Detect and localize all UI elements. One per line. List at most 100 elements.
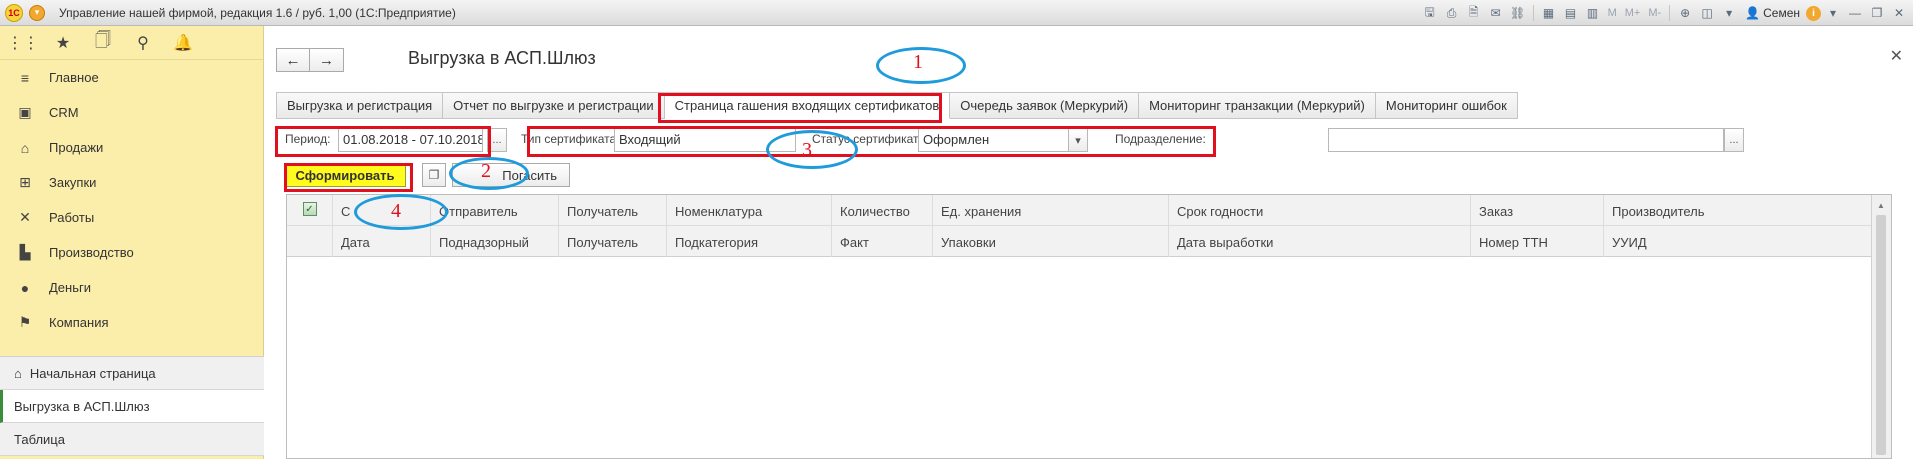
flag-icon: ⚑ [18,314,32,330]
calendar-icon[interactable]: ▤ [1561,3,1581,23]
division-field[interactable] [1328,128,1724,152]
page-title: Выгрузка в АСП.Шлюз [408,48,596,68]
column-header[interactable]: Номенклатура [666,195,831,226]
memory-minus-button[interactable]: M- [1645,3,1664,23]
column-header[interactable]: Дата [332,226,430,257]
annotation-number-3: 3 [802,139,812,161]
annotation-ellipse-4 [354,194,448,230]
tab-transaction-monitoring[interactable]: Мониторинг транзакции (Меркурий) [1139,92,1376,119]
sidebar: ⋮⋮ ★ 🗍 ⚲ 🔔 ≡ Главное ▣ CRM ⌂ Продажи ⊞ З… [0,26,264,459]
sidebar-item-main[interactable]: ≡ Главное [0,60,263,95]
open-window-label: Таблица [14,431,65,447]
column-header[interactable]: Количество [831,195,932,226]
sidebar-item-sales[interactable]: ⌂ Продажи [0,130,263,165]
copy-icon[interactable]: ❐ [422,163,446,187]
user-icon: 👤 [1745,6,1761,20]
basket-icon: ⌂ [20,139,30,156]
contact-card-icon: ▣ [18,104,32,120]
user-menu[interactable]: 👤 Семен [1741,6,1804,20]
back-arrow-icon[interactable]: ← [276,48,310,72]
column-header[interactable]: Номер ТТН [1470,226,1603,257]
user-name: Семен [1763,6,1800,20]
column-header[interactable]: Дата выработки [1168,226,1470,257]
favorites-star-icon[interactable]: ★ [52,32,74,54]
annotation-box-tab [658,93,942,123]
scrollbar-thumb[interactable] [1876,215,1886,455]
scroll-up-icon[interactable]: ▲ [1877,201,1885,210]
tab-request-queue[interactable]: Очередь заявок (Меркурий) [950,92,1140,119]
column-header[interactable]: Производитель [1603,195,1872,226]
notes-icon[interactable]: ▥ [1583,3,1603,23]
sidebar-item-label: Производство [49,245,134,260]
annotation-number-2: 2 [481,160,491,182]
sidebar-item-label: Деньги [49,280,91,295]
calculator-icon[interactable]: ▦ [1539,3,1559,23]
zoom-icon[interactable]: ⊕ [1675,3,1695,23]
certificates-table: ✓ С Отправитель Получатель Номенклатура … [286,194,1892,459]
sidebar-item-production[interactable]: ▙ Производство [0,235,263,270]
toolbar-separator [1532,5,1534,21]
chevron-down-icon[interactable]: ▾ [1719,3,1739,23]
column-header[interactable]: Подкатегория [666,226,831,257]
column-header[interactable]: Срок годности [1168,195,1470,226]
open-window-table[interactable]: Таблица [0,423,264,456]
sidebar-item-works[interactable]: ✕ Работы [0,200,263,235]
mail-icon[interactable]: ✉ [1486,3,1506,23]
search-icon[interactable]: ⚲ [132,32,154,54]
column-header[interactable]: Получатель [558,195,666,226]
column-header[interactable]: Упаковки [932,226,1168,257]
tab-export-report[interactable]: Отчет по выгрузке и регистрации [443,92,665,119]
sidebar-item-money[interactable]: ● Деньги [0,270,263,305]
memory-plus-button[interactable]: M+ [1622,3,1644,23]
menu-lines-icon: ≡ [20,69,30,86]
open-window-home[interactable]: ⌂ Начальная страница [0,357,264,390]
division-select-button[interactable]: ... [1724,128,1744,152]
column-header[interactable]: Отправитель [430,195,558,226]
annotation-number-1: 1 [913,51,923,73]
main-menu-button[interactable]: ▾ [29,4,45,21]
column-header[interactable]: Ед. хранения [932,195,1168,226]
tab-export-registration[interactable]: Выгрузка и регистрация [276,92,444,119]
column-header[interactable]: Получатель [558,226,666,257]
info-icon[interactable]: i [1806,5,1821,21]
panels-icon[interactable]: ◫ [1697,3,1717,23]
annotation-number-4: 4 [391,200,401,222]
save-icon[interactable]: 🖫 [1420,3,1440,23]
open-window-label: Начальная страница [29,365,156,381]
maximize-icon[interactable]: ❐ [1867,3,1887,23]
sidebar-item-crm[interactable]: ▣ CRM [0,95,263,130]
toolbar-separator [1669,5,1671,21]
preview-icon[interactable]: 🗎 [1464,3,1484,23]
main-area: ← → Выгрузка в АСП.Шлюз ✕ Выгрузка и рег… [264,26,1913,459]
column-header[interactable]: Заказ [1470,195,1603,226]
print-icon[interactable]: ⎙ [1442,3,1462,23]
sidebar-item-label: CRM [49,105,79,120]
cart-icon: ⊞ [19,174,31,190]
close-window-icon[interactable]: ✕ [1889,3,1909,23]
link-icon[interactable]: ⛓ [1508,3,1528,23]
annotation-box-period [275,126,491,157]
open-window-label: Выгрузка в АСП.Шлюз [14,398,150,414]
sidebar-item-company[interactable]: ⚑ Компания [0,305,263,340]
column-header[interactable]: Поднадзорный [430,226,558,257]
open-window-asp-export[interactable]: Выгрузка в АСП.Шлюз [0,390,264,423]
sidebar-item-label: Продажи [49,140,104,155]
minimize-icon[interactable]: — [1845,3,1865,23]
forward-arrow-icon[interactable]: → [310,48,344,72]
factory-icon: ▙ [19,244,31,260]
sidebar-item-purchases[interactable]: ⊞ Закупки [0,165,263,200]
close-icon[interactable]: ✕ [1890,46,1903,66]
memory-button[interactable]: M [1605,3,1620,23]
sidebar-item-label: Работы [49,210,95,225]
column-header[interactable]: Факт [831,226,932,257]
history-icon[interactable]: 🗍 [92,32,114,54]
open-windows-list: ⌂ Начальная страница Выгрузка в АСП.Шлюз… [0,356,264,456]
tab-error-monitoring[interactable]: Мониторинг ошибок [1375,92,1518,119]
apps-grid-icon[interactable]: ⋮⋮ [7,32,39,54]
title-bar-tools: 🖫 ⎙ 🗎 ✉ ⛓ ▦ ▤ ▥ M M+ M- ⊕ ◫ ▾ 👤 Семен i … [1420,3,1909,23]
annotation-box-form-button [284,163,413,192]
vertical-scrollbar[interactable]: ▲ [1871,195,1891,458]
bell-icon[interactable]: 🔔 [172,32,194,54]
chevron-down-icon[interactable]: ▾ [1823,3,1843,23]
column-header[interactable]: УУИД [1603,226,1872,257]
